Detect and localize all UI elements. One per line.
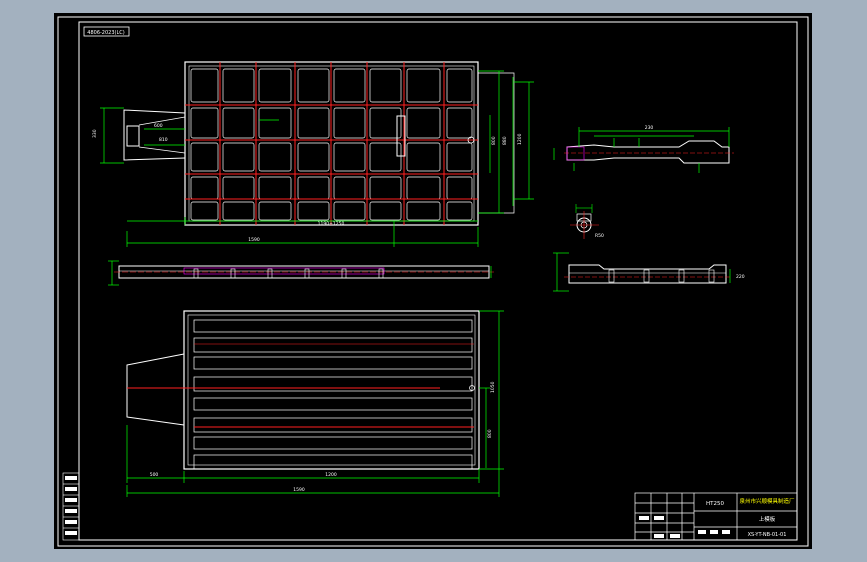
grid-cell: [369, 201, 402, 221]
grid-cell: [406, 68, 441, 103]
grid-cell: [297, 68, 330, 103]
side-view-dimensions: [553, 252, 731, 292]
revision-table: [62, 472, 80, 541]
front-rib: [230, 268, 236, 279]
cad-drawing: 4806-2023(LC) 330 1590 1190+1250 1200 88…: [57, 16, 809, 547]
title-company: 泉州市兴顺模具制造厂: [739, 497, 795, 505]
grid-cell: [222, 107, 255, 139]
title-material: HT250: [706, 501, 724, 507]
dim-bottom-part: 1200: [325, 472, 337, 478]
grid-cell: [222, 142, 255, 172]
front-rib: [341, 268, 347, 279]
bottom-bar: [193, 356, 473, 370]
dim-right-c: 800: [491, 136, 497, 145]
dim-side-h: 220: [736, 274, 745, 280]
grid-cell: [369, 68, 402, 103]
grid-cell: [333, 201, 366, 221]
side-view: [564, 264, 732, 284]
bottom-bar: [193, 337, 473, 353]
side-rib: [708, 269, 715, 283]
grid-cell: [333, 176, 366, 200]
grid-cell: [258, 68, 292, 103]
bottom-bar: [193, 454, 473, 470]
side-rib: [608, 269, 615, 283]
dim-bottom-total: 1590: [293, 487, 305, 493]
grid-cell: [446, 107, 473, 139]
dim-right-a: 1200: [517, 133, 523, 145]
front-rib: [267, 268, 273, 279]
grid-cell: [446, 68, 473, 103]
grid-cell: [190, 68, 219, 103]
grid-cell: [406, 176, 441, 200]
stamp-box: 4806-2023(LC): [83, 26, 130, 37]
front-rib: [378, 268, 384, 279]
grid-cell: [258, 201, 292, 221]
grid-cell: [258, 176, 292, 200]
grid-cell: [333, 107, 366, 139]
side-rib: [678, 269, 685, 283]
dim-bottom-h: 1050: [490, 381, 496, 393]
cad-viewport[interactable]: 4806-2023(LC) 330 1590 1190+1250 1200 88…: [54, 13, 812, 549]
front-rib: [304, 268, 310, 279]
dim-top-total: 1590: [248, 237, 260, 243]
dim-left-a: 330: [92, 129, 98, 138]
section-view-dimensions: [553, 127, 730, 173]
grid-cell: [406, 142, 441, 172]
grid-cell: [190, 201, 219, 221]
grid-cell: [333, 142, 366, 172]
grid-cell: [190, 142, 219, 172]
grid-cell: [258, 142, 292, 172]
bottom-bar: [193, 397, 473, 411]
title-block-text: HT250 泉州市兴顺模具制造厂 上模板 XS-YT-NB-01-01: [706, 497, 795, 538]
grid-cell: [333, 68, 366, 103]
dim-top-body: 1190+1250: [318, 221, 345, 227]
dim-bottom-left: 500: [150, 472, 159, 478]
dim-bottom-h2: 800: [487, 429, 493, 438]
stamp-label: 4806-2023(LC): [87, 30, 124, 36]
grid-cell: [222, 201, 255, 221]
grid-cell: [406, 201, 441, 221]
grid-cell: [446, 142, 473, 172]
bottom-view: [126, 310, 480, 470]
grid-cell: [297, 142, 330, 172]
front-rib: [193, 268, 199, 279]
top-view: [123, 61, 515, 226]
dim-small-a: 810: [159, 137, 168, 143]
grid-cell: [297, 176, 330, 200]
grid-cell: [297, 201, 330, 221]
dim-small-b: 600: [154, 123, 163, 129]
grid-cell: [258, 107, 292, 139]
grid-cell: [369, 107, 402, 139]
grid-cell: [190, 176, 219, 200]
dim-right-b: 880: [502, 136, 508, 145]
grid-cell: [369, 176, 402, 200]
front-view: [114, 265, 494, 279]
section-view: [564, 140, 734, 164]
dim-detail: R50: [595, 233, 604, 239]
title-part-name: 上模板: [759, 515, 776, 523]
grid-cell: [369, 142, 402, 172]
grid-cell: [222, 68, 255, 103]
grid-cell: [446, 201, 473, 221]
grid-cell: [446, 176, 473, 200]
grid-cell: [190, 107, 219, 139]
bottom-bar: [193, 436, 473, 450]
title-drawing-no: XS-YT-NB-01-01: [748, 532, 787, 538]
bottom-bar: [193, 417, 473, 433]
grid-cell: [406, 107, 441, 139]
inner-frame: [78, 21, 798, 541]
outer-frame: [57, 16, 809, 547]
bottom-bar: [193, 376, 473, 392]
grid-cell: [297, 107, 330, 139]
side-rib: [643, 269, 650, 283]
grid-cell: [222, 176, 255, 200]
front-view-dimensions: [108, 260, 492, 286]
bottom-bar: [193, 319, 473, 333]
dim-section-w: 230: [645, 125, 654, 131]
